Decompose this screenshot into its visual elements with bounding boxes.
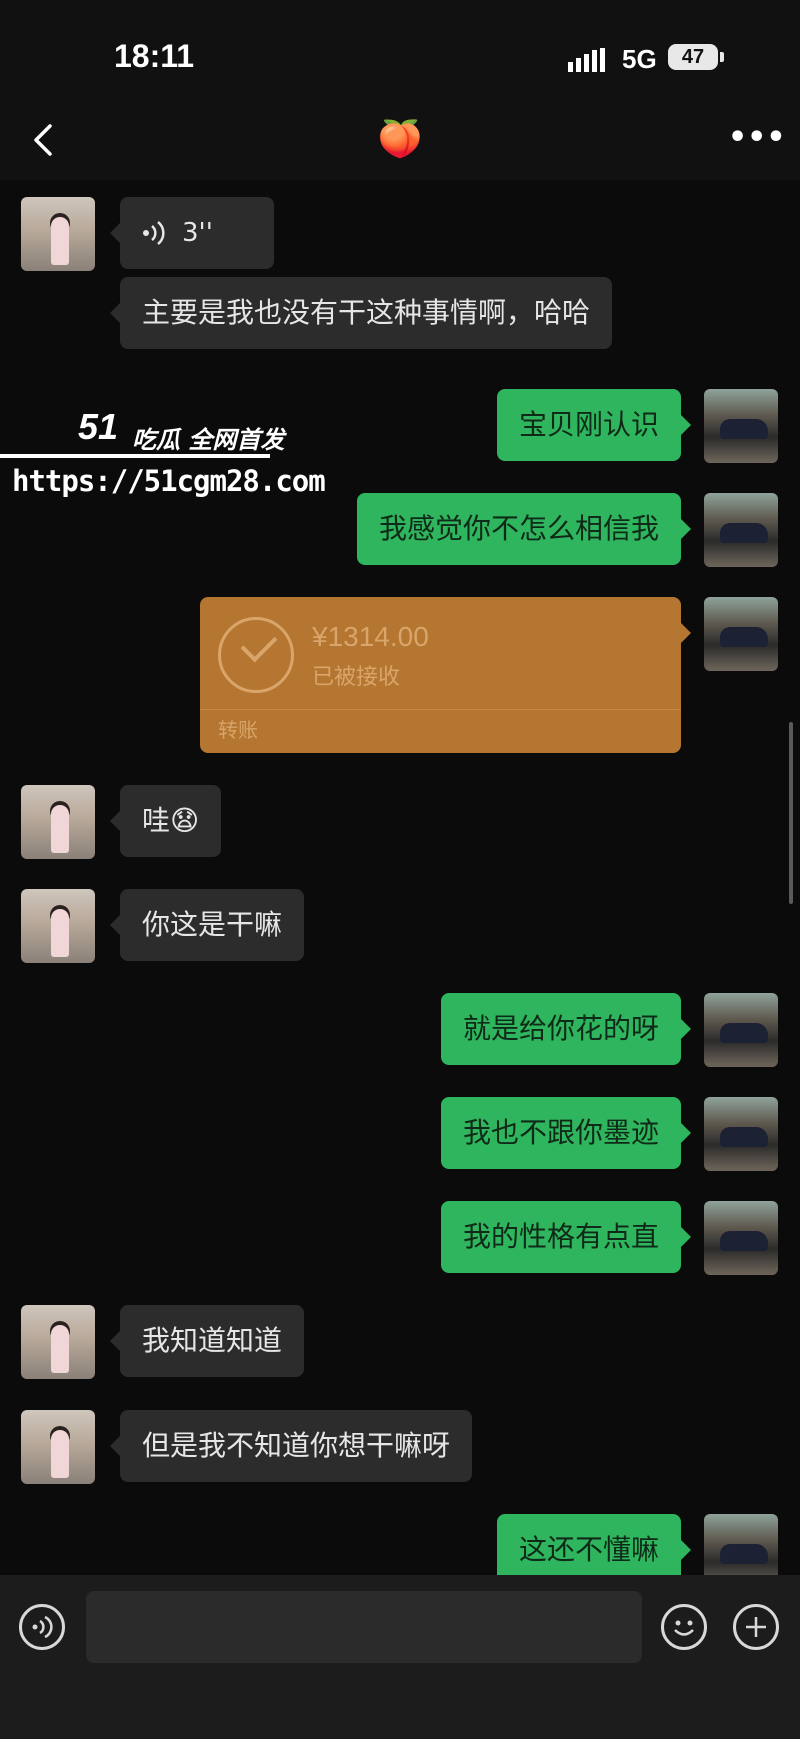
my-avatar[interactable] (704, 389, 778, 463)
my-avatar[interactable] (704, 1097, 778, 1171)
incoming-message[interactable]: 但是我不知道你想干嘛呀 (109, 1410, 473, 1482)
emoji-icon[interactable] (661, 1604, 707, 1650)
transfer-divider (200, 709, 681, 710)
voice-wave-icon (143, 221, 165, 245)
more-options-icon[interactable]: ••• (728, 120, 786, 160)
signal-icon (568, 48, 605, 72)
transfer-label: 转账 (218, 718, 258, 742)
smiley-icon (674, 1620, 694, 1636)
outgoing-message[interactable]: 我感觉你不怎么相信我 (356, 493, 692, 565)
plus-glyph (746, 1617, 766, 1637)
battery-level: 47 (681, 46, 705, 68)
contact-avatar[interactable] (21, 1305, 95, 1379)
outgoing-message[interactable]: 就是给你花的呀 (440, 993, 692, 1065)
watermark-line (0, 454, 270, 458)
transfer-card[interactable]: ¥1314.00 已被接收 转账 (200, 597, 691, 753)
transfer-amount: ¥1314.00 (312, 621, 429, 652)
incoming-message[interactable]: 你这是干嘛 (109, 889, 305, 961)
my-avatar[interactable] (704, 993, 778, 1067)
outgoing-message[interactable]: 宝贝刚认识 (496, 389, 692, 461)
voice-duration: 3'' (182, 218, 213, 248)
chat-scrollbar[interactable] (789, 722, 793, 904)
status-bar: 18:11 5G 47 (0, 0, 800, 110)
chevron-left-icon[interactable] (26, 118, 66, 162)
my-avatar[interactable] (704, 597, 778, 671)
watermark-subtitle: 吃瓜 全网首发 (132, 426, 285, 454)
contact-avatar[interactable] (21, 1410, 95, 1484)
battery-tip (720, 52, 724, 62)
incoming-message[interactable]: 主要是我也没有干这种事情啊，哈哈 (109, 277, 613, 349)
voice-input-icon[interactable] (19, 1604, 65, 1650)
input-bar (0, 1575, 800, 1739)
outgoing-message[interactable]: 我也不跟你墨迹 (440, 1097, 692, 1169)
outgoing-message[interactable]: 我的性格有点直 (440, 1201, 692, 1273)
incoming-message[interactable]: 哇😧 (109, 785, 222, 857)
watermark-url: https://51cgm28.com (12, 464, 326, 498)
incoming-message[interactable]: 我知道知道 (109, 1305, 305, 1377)
status-time: 18:11 (114, 38, 195, 74)
check-circle-icon (218, 617, 294, 693)
network-type: 5G (622, 44, 657, 74)
voice-wave-icon (32, 1615, 53, 1639)
my-avatar[interactable] (704, 1201, 778, 1275)
my-avatar[interactable] (704, 493, 778, 567)
watermark-logo: 51 (78, 406, 119, 447)
voice-message[interactable]: 3'' (110, 197, 274, 269)
watermark: 51 吃瓜 全网首发 https://51cgm28.com (0, 406, 326, 506)
contact-avatar[interactable] (21, 197, 95, 271)
chat-header: 🍑 ••• (0, 100, 800, 180)
message-input[interactable] (86, 1591, 642, 1663)
plus-icon[interactable] (733, 1604, 779, 1650)
transfer-status: 已被接收 (312, 665, 401, 690)
contact-avatar[interactable] (21, 889, 95, 963)
contact-avatar[interactable] (21, 785, 95, 859)
battery-icon: 47 (668, 44, 718, 70)
chat-title: 🍑 (377, 119, 423, 160)
